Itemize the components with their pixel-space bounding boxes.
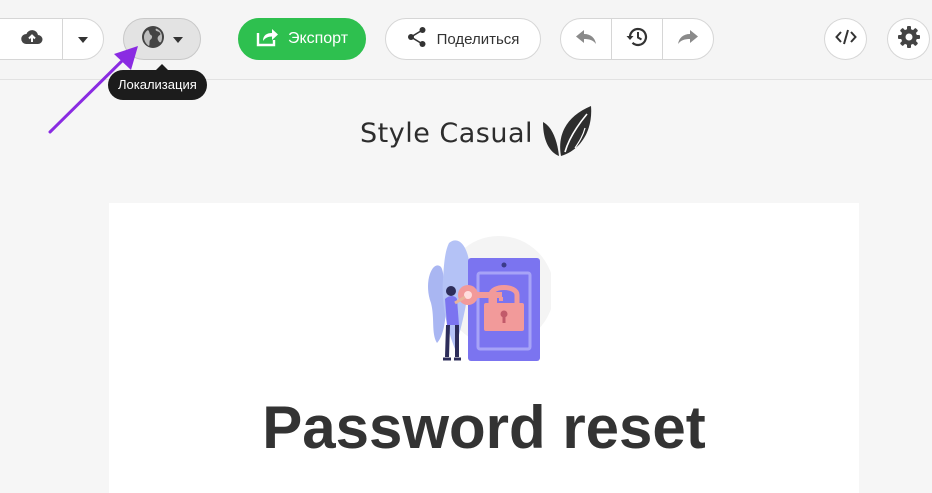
history-button[interactable] — [611, 19, 663, 59]
undo-icon — [575, 29, 597, 50]
history-icon — [625, 26, 649, 53]
redo-button[interactable] — [663, 19, 713, 59]
export-label: Экспорт — [287, 30, 349, 47]
export-icon — [256, 27, 280, 52]
code-view-button[interactable] — [824, 18, 867, 60]
email-content-card: Password reset — [109, 203, 859, 493]
brand-name: Style Casual — [360, 117, 534, 149]
settings-button[interactable] — [887, 18, 930, 60]
share-label: Поделиться — [436, 30, 520, 48]
gear-icon — [897, 25, 921, 54]
redo-icon — [677, 29, 699, 50]
localization-tooltip: Локализация — [108, 64, 207, 100]
password-reset-illustration — [428, 236, 551, 361]
history-button-group — [560, 18, 714, 60]
email-headline: Password reset — [262, 394, 706, 461]
share-icon — [407, 26, 427, 52]
share-button[interactable]: Поделиться — [385, 18, 541, 60]
code-icon — [834, 29, 857, 50]
undo-button[interactable] — [561, 19, 611, 59]
brand-logo: Style Casual — [360, 102, 595, 164]
leaf-logo-icon — [541, 104, 595, 163]
export-button[interactable]: Экспорт — [238, 18, 366, 60]
chevron-down-icon — [173, 30, 183, 48]
